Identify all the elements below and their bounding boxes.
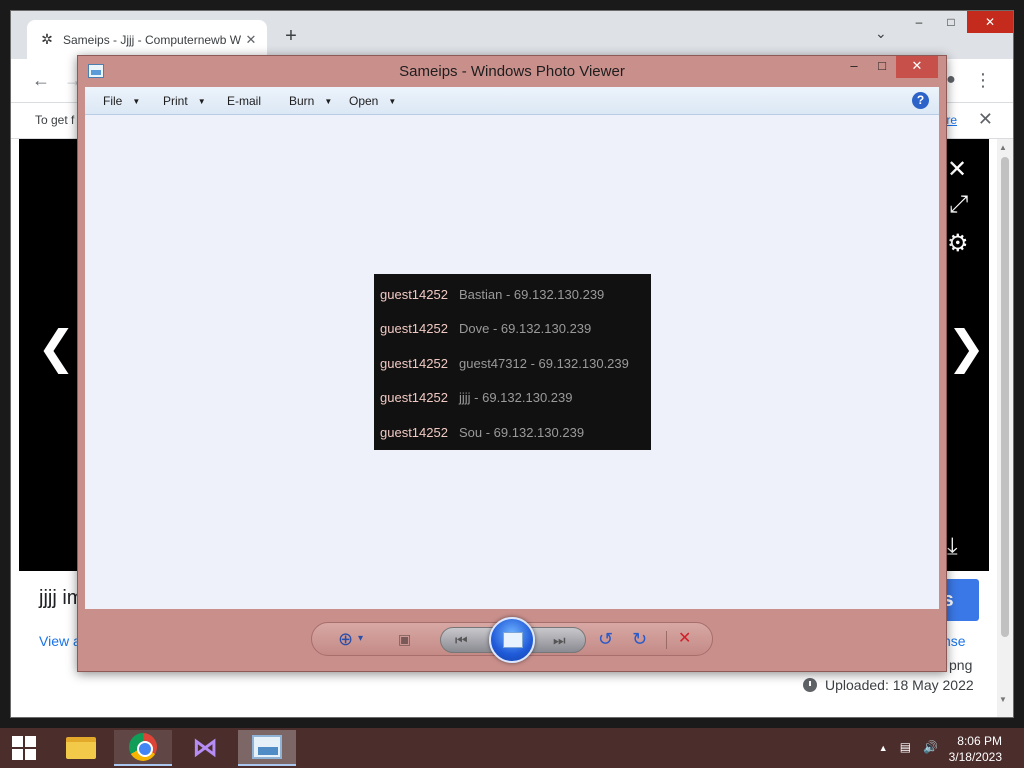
previous-icon[interactable]: ⏮ — [455, 630, 468, 650]
rotate-clockwise-icon[interactable]: ↻ — [632, 629, 647, 649]
menu-email-label: E-mail — [227, 94, 262, 108]
upload-date: Uploaded: 18 May 2022 — [803, 677, 974, 693]
infobar-text: To get f — [35, 113, 75, 127]
photo-viewer-title: Sameips - Windows Photo Viewer — [399, 63, 625, 80]
tab-search-button[interactable]: ⌄ — [875, 25, 887, 42]
photo-viewer-titlebar[interactable]: Sameips - Windows Photo Viewer – □ ✕ — [78, 56, 946, 86]
image-row-user: guest14252 — [380, 390, 448, 406]
folder-icon — [66, 737, 96, 759]
photo-viewer-maximize-button[interactable]: □ — [868, 56, 896, 78]
dropdown-arrow-icon: ▼ — [197, 96, 206, 106]
photo-viewer-menubar: File ▼ Print ▼ E-mail Burn ▼ Open ▼ ? — [85, 87, 939, 115]
image-row-entry: jjjj - 69.132.130.239 — [459, 390, 573, 406]
image-row-entry: guest47312 - 69.132.130.239 — [459, 355, 629, 371]
chrome-close-button[interactable]: ✕ — [967, 11, 1013, 33]
download-icon[interactable]: ⤓ — [947, 533, 958, 561]
chrome-icon — [129, 733, 157, 761]
zoom-dropdown-icon[interactable]: ▾ — [358, 629, 363, 649]
taskbar: ⋈ ▲ ▤ 🔊 8:06 PM 3/18/2023 — [0, 728, 1024, 768]
previous-image-arrow-icon[interactable]: ❮ — [37, 324, 76, 370]
infobar-close-button[interactable]: ✕ — [978, 109, 993, 130]
tray-overflow-icon[interactable]: ▲ — [879, 740, 888, 756]
photo-viewer-close-button[interactable]: ✕ — [896, 56, 938, 78]
back-button[interactable]: ← — [29, 69, 53, 93]
image-row: guest14252 Dove - 69.132.130.239 — [374, 312, 651, 347]
upload-date-text: Uploaded: 18 May 2022 — [825, 677, 974, 693]
view-all-link[interactable]: View a — [39, 633, 81, 649]
slideshow-button[interactable] — [489, 617, 535, 663]
image-row: guest14252 Bastian - 69.132.130.239 — [374, 277, 651, 312]
menu-email[interactable]: E-mail — [227, 94, 261, 108]
settings-gear-icon[interactable]: ⚙ — [947, 229, 969, 258]
displayed-image: guest14252 Bastian - 69.132.130.239 gues… — [374, 274, 651, 450]
image-row-user: guest14252 — [380, 286, 448, 302]
image-row-entry: Sou - 69.132.130.239 — [459, 424, 585, 440]
infobar-link[interactable]: re — [946, 113, 957, 127]
image-row-user: guest14252 — [380, 321, 448, 337]
image-row-user: guest14252 — [380, 355, 448, 371]
start-button[interactable] — [0, 728, 48, 768]
menu-open-label: Open — [349, 94, 379, 108]
controls-divider — [666, 631, 667, 649]
page-scrollbar[interactable]: ▲ ▼ — [997, 139, 1013, 717]
menu-file[interactable]: File ▼ — [103, 94, 140, 108]
dropdown-arrow-icon: ▼ — [132, 96, 141, 106]
tab-close-icon[interactable]: ✕ — [243, 32, 259, 48]
photo-viewer-window: Sameips - Windows Photo Viewer – □ ✕ Fil… — [77, 55, 947, 672]
bug-icon: ✲ — [41, 31, 53, 47]
photo-viewer-controls: ⊕ ▾ ▣ ⏮ ⏭ ↺ ↻ ✕ — [311, 617, 713, 663]
file-type: png — [949, 657, 973, 673]
actual-size-icon[interactable]: ▣ — [398, 629, 411, 649]
browser-tab[interactable]: ✲ Sameips - Jjjj - Computernewb W ✕ — [27, 20, 267, 59]
menu-print-label: Print — [163, 94, 188, 108]
tab-strip: ✲ Sameips - Jjjj - Computernewb W ✕ + ⌄ … — [11, 11, 1013, 59]
image-row: guest14252 jjjj - 69.132.130.239 — [374, 381, 651, 416]
visual-studio-icon: ⋈ — [192, 733, 218, 763]
chrome-maximize-button[interactable]: □ — [935, 11, 967, 33]
photo-viewer-minimize-button[interactable]: – — [840, 56, 868, 78]
image-row-entry: Dove - 69.132.130.239 — [459, 321, 592, 337]
menu-file-label: File — [103, 94, 123, 108]
volume-icon[interactable]: 🔊 — [923, 740, 938, 756]
help-icon[interactable]: ? — [912, 92, 929, 109]
delete-icon[interactable]: ✕ — [678, 629, 691, 649]
next-image-arrow-icon[interactable]: ❯ — [947, 324, 986, 370]
image-row: guest14252 Sou - 69.132.130.239 — [374, 415, 651, 450]
lightbox-close-icon[interactable]: ✕ — [947, 155, 967, 184]
dropdown-arrow-icon: ▼ — [324, 96, 333, 106]
taskbar-visual-studio[interactable]: ⋈ — [176, 730, 234, 766]
menu-open[interactable]: Open ▼ — [349, 94, 396, 108]
network-icon[interactable]: ▤ — [900, 740, 911, 756]
photo-viewer-icon — [252, 735, 282, 759]
taskbar-file-explorer[interactable] — [52, 730, 110, 766]
clock-date: 3/18/2023 — [948, 750, 1002, 764]
expand-icon[interactable]: ⤢ — [949, 191, 968, 219]
windows-logo-icon — [12, 736, 23, 747]
menu-burn[interactable]: Burn ▼ — [289, 94, 332, 108]
browser-menu-button[interactable]: ⋮ — [971, 69, 995, 93]
scroll-down-icon[interactable]: ▼ — [999, 695, 1007, 704]
clock-time: 8:06 PM — [957, 734, 1002, 748]
clock-icon — [803, 678, 817, 692]
image-row-entry: Bastian - 69.132.130.239 — [459, 286, 605, 302]
taskbar-photo-viewer[interactable] — [238, 730, 296, 766]
tab-title: Sameips - Jjjj - Computernewb W — [63, 32, 242, 47]
new-tab-button[interactable]: + — [279, 25, 303, 49]
scrollbar-thumb[interactable] — [1001, 157, 1009, 637]
zoom-icon[interactable]: ⊕ — [338, 629, 353, 649]
dropdown-arrow-icon: ▼ — [388, 96, 397, 106]
rotate-counterclockwise-icon[interactable]: ↺ — [598, 629, 613, 649]
menu-print[interactable]: Print ▼ — [163, 94, 206, 108]
photo-canvas: guest14252 Bastian - 69.132.130.239 gues… — [85, 115, 939, 609]
scroll-up-icon[interactable]: ▲ — [999, 143, 1007, 152]
taskbar-chrome[interactable] — [114, 730, 172, 766]
chrome-minimize-button[interactable]: – — [903, 11, 935, 33]
chrome-window-controls: – □ ✕ — [903, 11, 1013, 33]
image-row-user: guest14252 — [380, 424, 448, 440]
system-tray: ▲ ▤ 🔊 — [879, 740, 938, 756]
taskbar-clock[interactable]: 8:06 PM 3/18/2023 — [949, 733, 1002, 765]
menu-burn-label: Burn — [289, 94, 315, 108]
image-row: guest14252 guest47312 - 69.132.130.239 — [374, 346, 651, 381]
next-icon[interactable]: ⏭ — [553, 630, 566, 650]
